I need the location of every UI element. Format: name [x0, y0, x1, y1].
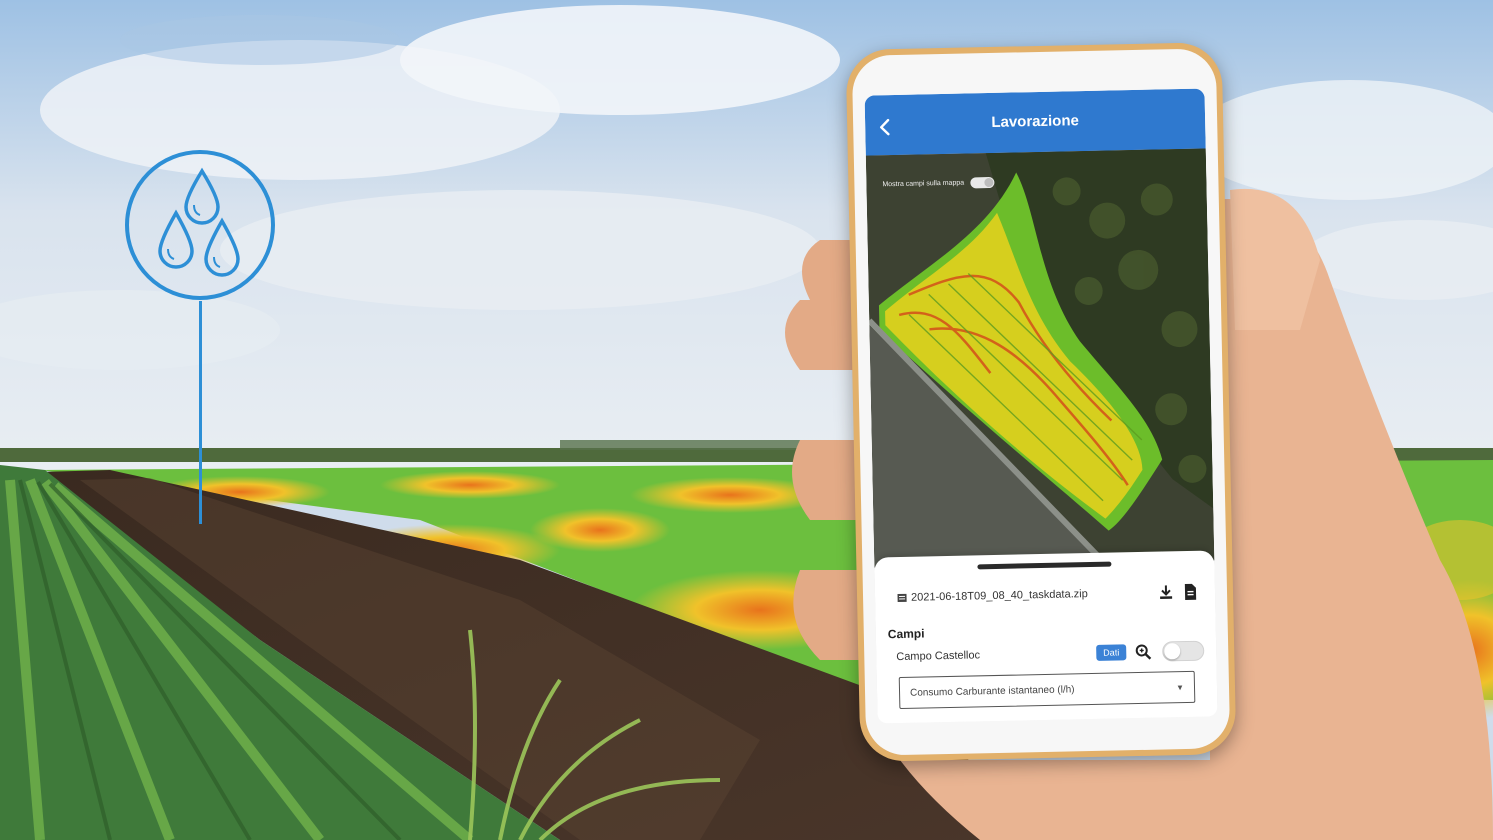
file-name: 2021-06-18T09_08_40_taskdata.zip	[910, 588, 1088, 604]
map-toggle-label: Mostra campi sulla mappa	[882, 179, 965, 188]
satellite-map[interactable]: Mostra campi sulla mappa	[865, 148, 1215, 568]
chevron-down-icon: ▼	[1175, 682, 1185, 692]
app-screen: Lavorazione Mostra campi sulla mappa 202…	[864, 88, 1218, 724]
yield-heatmap-overlay	[865, 148, 1215, 568]
phone-bezel: Lavorazione Mostra campi sulla mappa 202…	[851, 48, 1231, 756]
page-title: Lavorazione	[991, 112, 1080, 131]
search-zoom-icon[interactable]	[1134, 643, 1152, 661]
bottom-sheet: 2021-06-18T09_08_40_taskdata.zip Campi C…	[874, 550, 1218, 724]
farm-field-background	[0, 0, 1493, 840]
document-icon[interactable]	[1181, 583, 1199, 601]
smartphone: Lavorazione Mostra campi sulla mappa 202…	[845, 42, 1237, 762]
fields-section-title: Campi	[887, 626, 925, 642]
layer-select[interactable]: Consumo Carburante istantaneo (l/h) ▼	[898, 670, 1196, 710]
map-toggle-row: Mostra campi sulla mappa	[882, 175, 995, 191]
field-name: Campo Castelloc	[896, 649, 981, 664]
sheet-drag-handle[interactable]	[977, 561, 1112, 570]
app-header: Lavorazione	[864, 88, 1206, 156]
layer-select-value: Consumo Carburante istantaneo (l/h)	[909, 683, 1075, 699]
field-visibility-toggle[interactable]	[1162, 640, 1205, 662]
download-icon[interactable]	[1157, 583, 1175, 601]
field-data-button[interactable]: Dati	[1096, 644, 1127, 661]
water-drops-icon	[125, 150, 275, 300]
file-row: 2021-06-18T09_08_40_taskdata.zip	[897, 581, 1199, 609]
badge-connector-line	[199, 301, 202, 524]
list-item: Campo Castelloc Dati	[896, 639, 1205, 669]
map-fields-switch[interactable]	[969, 176, 995, 188]
file-icon	[897, 593, 907, 603]
